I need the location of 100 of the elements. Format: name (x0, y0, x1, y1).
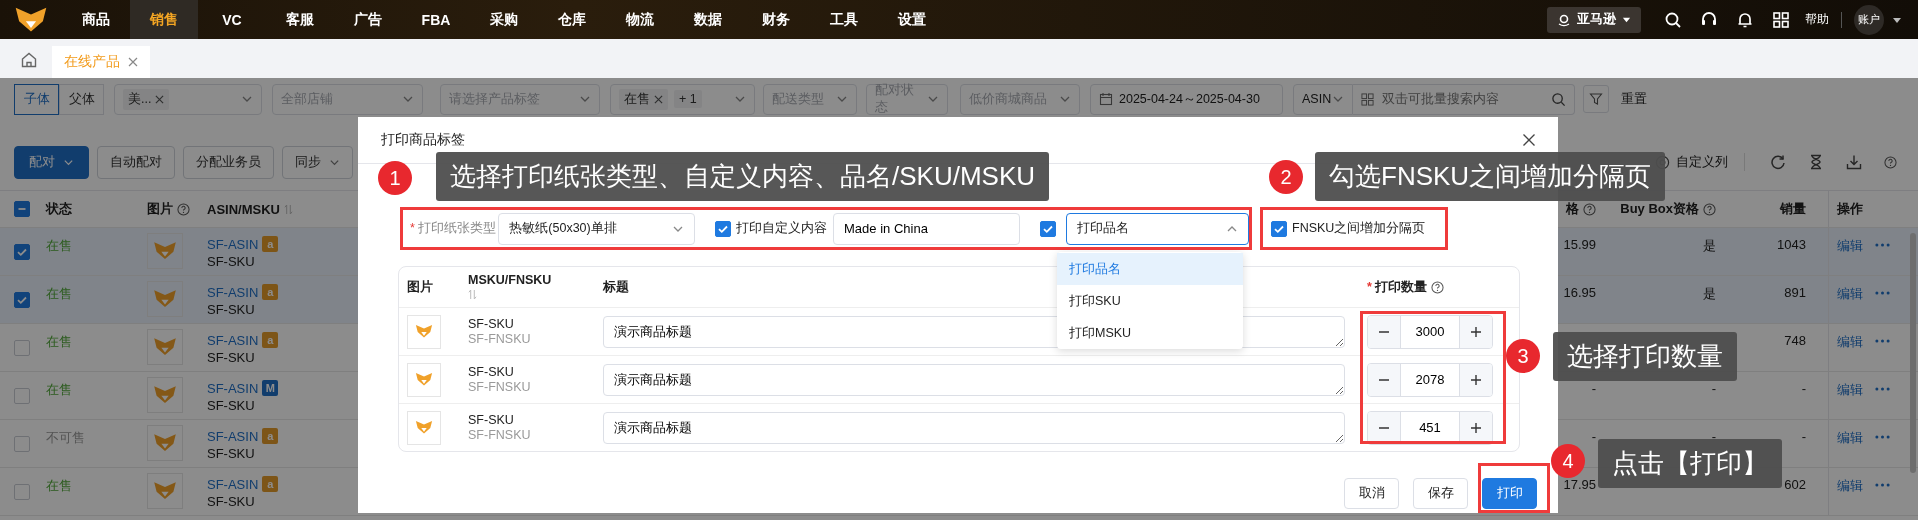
tag-select[interactable]: 美... (114, 83, 262, 115)
nav-item[interactable]: 工具 (810, 0, 878, 39)
more-icon[interactable] (1875, 339, 1890, 343)
fox-logo (415, 420, 433, 435)
reset-button[interactable]: 重置 (1621, 90, 1647, 108)
quantity-field[interactable]: 2078 (1400, 363, 1460, 396)
help-icon[interactable] (1583, 202, 1596, 216)
view-toggle-option[interactable]: 父体 (59, 83, 104, 115)
nav-item[interactable]: 财务 (742, 0, 810, 39)
help-icon[interactable] (1884, 155, 1897, 169)
nav-item[interactable]: 商品 (62, 0, 130, 39)
more-icon[interactable] (1875, 387, 1890, 391)
checkbox[interactable] (14, 436, 30, 452)
checkbox[interactable] (715, 220, 732, 237)
increment-button[interactable] (1460, 411, 1492, 444)
print-name-select[interactable]: 打印品名 (1066, 212, 1249, 245)
callout-tooltip: 选择打印纸张类型、自定义内容、品名/SKU/MSKU (436, 152, 1050, 201)
toolbar-button[interactable]: 同步 (282, 145, 353, 179)
date-range-field[interactable]: 2025-04-24～2025-04-30 (1090, 83, 1283, 115)
fulfillment-badge: a (262, 428, 279, 444)
paper-type-select[interactable]: 热敏纸(50x30)单排 (498, 212, 696, 245)
calendar-icon (1099, 92, 1113, 106)
select-all-checkbox[interactable] (14, 201, 30, 217)
dialog-button[interactable]: 取消 (1344, 478, 1399, 509)
fnsku-text: SF-FNSKU (468, 332, 531, 346)
bell-icon[interactable] (1736, 10, 1754, 29)
checkbox[interactable] (14, 388, 30, 404)
step-number-badge: 4 (1551, 444, 1585, 478)
dropdown-option[interactable]: 打印MSKU (1057, 317, 1243, 349)
help-icon[interactable] (1431, 280, 1445, 294)
more-icon[interactable] (1875, 483, 1890, 487)
nav-item[interactable]: 数据 (674, 0, 742, 39)
fox-logo (415, 372, 433, 387)
quantity-stepper[interactable]: 2078 (1367, 362, 1493, 397)
search-field-select[interactable]: ASIN (1293, 83, 1353, 115)
search-field[interactable]: 双击可批量搜索内容 (1353, 83, 1575, 115)
nav-item[interactable]: 仓库 (538, 0, 606, 39)
column-header: 标题 (603, 278, 629, 296)
price-cell: 16.95 (1563, 285, 1596, 300)
home-icon[interactable] (20, 51, 38, 69)
refresh-icon[interactable] (1770, 154, 1786, 170)
dialog-button[interactable]: 保存 (1413, 478, 1468, 509)
quantity-stepper[interactable]: 451 (1367, 410, 1493, 445)
dialog-button[interactable]: 打印 (1482, 478, 1537, 509)
custom-content-field[interactable]: Made in China (833, 212, 1021, 245)
toolbar-button[interactable]: 分配业务员 (183, 145, 274, 179)
increment-button[interactable] (1460, 363, 1492, 396)
status-text: 在售 (46, 237, 72, 255)
sales-cell: 1043 (1777, 237, 1806, 252)
search-icon[interactable] (1664, 10, 1682, 29)
nav-item[interactable]: VC (198, 0, 266, 39)
filter-tag: 在售 (619, 88, 668, 110)
help-icon[interactable] (1703, 202, 1716, 216)
account-avatar[interactable]: 账户 (1854, 4, 1884, 35)
nav-item[interactable]: 设置 (878, 0, 946, 39)
help-icon[interactable] (177, 202, 190, 216)
quantity-field[interactable]: 3000 (1400, 315, 1460, 348)
checkbox[interactable] (14, 244, 30, 260)
nav-item[interactable]: 物流 (606, 0, 674, 39)
checkbox[interactable] (14, 340, 30, 356)
quantity-field[interactable]: 451 (1400, 411, 1460, 444)
quantity-stepper[interactable]: 3000 (1367, 314, 1493, 349)
checkbox[interactable] (1271, 220, 1287, 237)
nav-item[interactable]: FBA (402, 0, 470, 39)
msku-text: SF-SKU (207, 302, 255, 317)
help-link[interactable]: 帮助 (1805, 11, 1829, 28)
nav-item[interactable]: 销售 (130, 0, 198, 39)
scrollbar[interactable] (1910, 233, 1916, 473)
more-icon[interactable] (1875, 435, 1890, 439)
more-icon[interactable] (1875, 243, 1890, 247)
tag-select[interactable]: 在售 + 1 (610, 83, 755, 115)
toolbar-button[interactable]: 自动配对 (97, 145, 175, 179)
filter-icon (1589, 92, 1603, 106)
fulfillment-badge: M (262, 380, 279, 396)
search-input[interactable]: 双击可批量搜索内容 (1380, 91, 1545, 107)
plus-icon (1470, 373, 1482, 386)
dropdown-option[interactable]: 打印SKU (1057, 285, 1243, 317)
msku-text: SF-SKU (207, 446, 255, 461)
download-icon[interactable] (1846, 154, 1862, 170)
nav-item[interactable]: 客服 (266, 0, 334, 39)
hourglass-icon[interactable] (1808, 154, 1824, 170)
grid-icon[interactable] (1772, 10, 1790, 29)
title-field[interactable]: 演示商品标题 (603, 363, 1345, 396)
checkbox[interactable] (14, 484, 30, 500)
title-field[interactable]: 演示商品标题 (603, 411, 1345, 444)
more-icon[interactable] (1875, 291, 1890, 295)
checkbox[interactable] (1040, 220, 1057, 237)
decrement-button[interactable] (1368, 411, 1400, 444)
nav-item[interactable]: 广告 (334, 0, 402, 39)
column-header: 图片 (407, 278, 433, 296)
close-icon[interactable] (1522, 133, 1536, 147)
sales-cell: - (1801, 429, 1806, 444)
filter-button[interactable] (1583, 85, 1609, 113)
store-select[interactable]: 亚马逊 (1547, 6, 1641, 33)
nav-item[interactable]: 采购 (470, 0, 538, 39)
dropdown-option[interactable]: 打印品名 (1057, 253, 1243, 285)
checkbox[interactable] (14, 292, 30, 308)
column-header: Buy Box资格 (1620, 200, 1699, 218)
increment-button[interactable] (1460, 315, 1492, 348)
buy-box-cell: 是 (1703, 237, 1716, 255)
